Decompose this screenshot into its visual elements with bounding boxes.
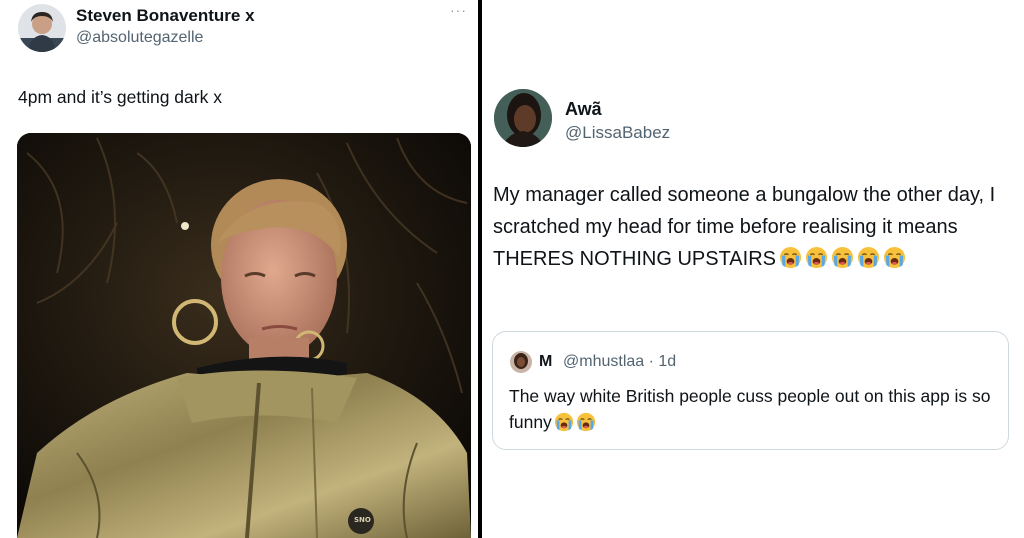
- tweet-media-image[interactable]: SNO: [17, 133, 471, 538]
- quoted-author-name[interactable]: M: [539, 353, 552, 371]
- more-options-icon[interactable]: ···: [450, 2, 467, 18]
- loudly-crying-face-icon: [805, 246, 828, 269]
- author-handle[interactable]: @absolutegazelle: [76, 29, 203, 47]
- emoji-group: [552, 412, 596, 432]
- quoted-author-avatar[interactable]: [510, 351, 532, 373]
- loudly-crying-face-icon: [857, 246, 880, 269]
- author-avatar[interactable]: [494, 89, 552, 147]
- left-tweet-panel: Steven Bonaventure x @absolutegazelle ··…: [0, 0, 478, 538]
- tweet-text: 4pm and it’s getting dark x: [18, 87, 222, 107]
- quoted-author-handle[interactable]: @mhustlaa · 1d: [563, 353, 676, 371]
- loudly-crying-face-icon: [831, 246, 854, 269]
- loudly-crying-face-icon: [576, 412, 596, 432]
- emoji-group: [776, 246, 906, 270]
- tweet-text-body: My manager called someone a bungalow the…: [493, 184, 996, 270]
- loudly-crying-face-icon: [883, 246, 906, 269]
- author-name[interactable]: Awã: [565, 99, 602, 120]
- woman-in-gold-jacket-photo: [17, 133, 471, 538]
- author-avatar[interactable]: [18, 4, 66, 52]
- author-name[interactable]: Steven Bonaventure x: [76, 6, 255, 26]
- quoted-tweet-card[interactable]: M @mhustlaa · 1d The way white British p…: [492, 331, 1009, 450]
- quoted-tweet-text: The way white British people cuss people…: [509, 383, 999, 435]
- author-handle[interactable]: @LissaBabez: [565, 123, 670, 143]
- jacket-logo-text: SNO: [354, 516, 371, 524]
- right-tweet-panel: Awã @LissaBabez My manager called someon…: [482, 0, 1024, 538]
- loudly-crying-face-icon: [779, 246, 802, 269]
- tweet-text: My manager called someone a bungalow the…: [493, 179, 1018, 275]
- loudly-crying-face-icon: [554, 412, 574, 432]
- profile-photo: [18, 4, 66, 52]
- profile-photo: [510, 351, 532, 373]
- profile-photo: [494, 89, 552, 147]
